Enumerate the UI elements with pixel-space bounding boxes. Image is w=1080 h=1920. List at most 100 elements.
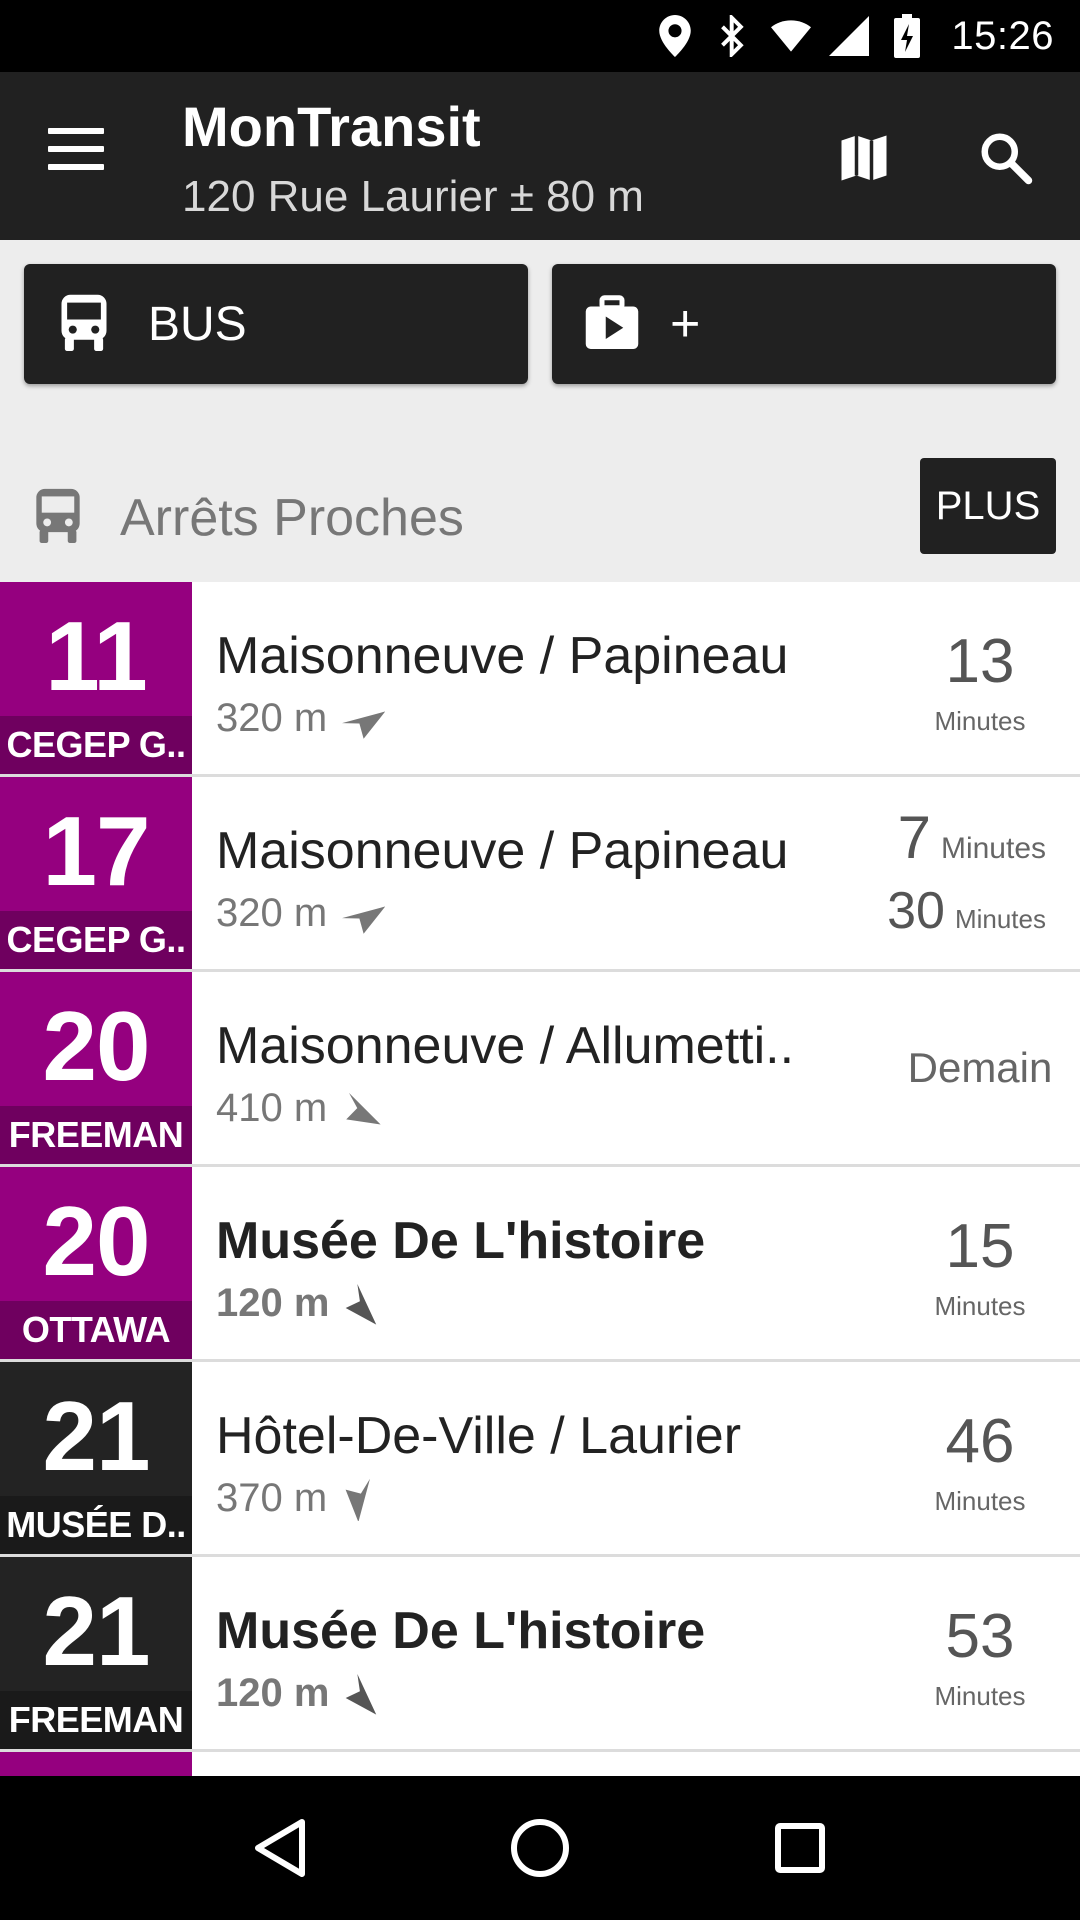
home-button[interactable]: [500, 1808, 580, 1888]
compass-arrow-icon: [346, 1673, 377, 1715]
eta: 46 Minutes: [880, 1362, 1080, 1554]
eta-line: 7 Minutes: [898, 803, 1046, 872]
battery-charging-icon: [887, 14, 927, 58]
eta: 7 Minutes 30 Minutes: [880, 777, 1080, 969]
route-badge: 20 FREEMAN: [0, 972, 192, 1164]
app-bar: MonTransit 120 Rue Laurier ± 80 m: [0, 72, 1080, 240]
route-headsign: MUSÉE D..: [0, 1496, 192, 1554]
route-number: 17: [42, 796, 150, 906]
add-module-button[interactable]: +: [552, 264, 1056, 384]
compass-arrow-icon: [345, 1478, 371, 1521]
map-button[interactable]: [834, 128, 894, 188]
stop-name: Maisonneuve / Papineau: [216, 822, 789, 880]
distance-text: 120 m: [216, 1281, 330, 1325]
stop-name: Musée De L'histoire: [216, 1212, 706, 1270]
signal-icon: [829, 14, 870, 58]
bluetooth-icon: [713, 14, 753, 58]
section-title: Arrêts Proches: [120, 489, 464, 547]
eta: Demain: [880, 972, 1080, 1164]
bus-icon: [32, 488, 88, 548]
route-badge: 21 FREEMAN: [0, 1557, 192, 1749]
bus-icon: [54, 294, 114, 354]
stop-row[interactable]: 20 FREEMAN Maisonneuve / Allumetti.. 410…: [0, 972, 1080, 1167]
eta-unit: Minutes: [934, 706, 1026, 736]
stop-distance: 320 m: [216, 696, 386, 741]
route-headsign: FREEMAN: [0, 1691, 192, 1749]
route-number: 20: [42, 991, 150, 1101]
eta-line: 30 Minutes: [887, 881, 1046, 941]
route-number: 20: [42, 1186, 150, 1296]
stop-distance: 410 m: [216, 1086, 385, 1131]
distance-text: 410 m: [216, 1086, 328, 1130]
location-subtitle: 120 Rue Laurier ± 80 m: [182, 172, 644, 221]
status-time: 15:26: [951, 13, 1054, 58]
route-number: 21: [42, 1381, 150, 1491]
route-headsign: OTTAWA: [0, 1301, 192, 1359]
stop-row-partial[interactable]: [0, 1752, 1080, 1776]
route-badge: 17 CEGEP G..: [0, 777, 192, 969]
route-headsign: FREEMAN: [0, 1106, 192, 1164]
nearby-stops-header: Arrêts Proches PLUS: [0, 430, 1080, 582]
compass-arrow-icon: [346, 1092, 381, 1125]
wifi-icon: [771, 14, 812, 58]
route-headsign: CEGEP G..: [0, 911, 192, 969]
stop-row[interactable]: 21 FREEMAN Musée De L'histoire 120 m 53 …: [0, 1557, 1080, 1752]
distance-text: 320 m: [216, 891, 328, 935]
stop-row[interactable]: 11 CEGEP G.. Maisonneuve / Papineau 320 …: [0, 582, 1080, 777]
stop-distance: 120 m: [216, 1281, 387, 1326]
compass-arrow-icon: [342, 710, 386, 739]
stop-name: Maisonneuve / Papineau: [216, 627, 789, 685]
route-headsign: CEGEP G..: [0, 716, 192, 774]
eta-text: Demain: [907, 1044, 1053, 1091]
home-icon: [511, 1819, 569, 1877]
navigation-bar: [0, 1776, 1080, 1920]
stop-name: Musée De L'histoire: [216, 1602, 706, 1660]
stop-row[interactable]: 17 CEGEP G.. Maisonneuve / Papineau 320 …: [0, 777, 1080, 972]
eta-value: 15: [945, 1212, 1015, 1281]
stop-name: Maisonneuve / Allumetti..: [216, 1017, 795, 1075]
compass-arrow-icon: [346, 1283, 377, 1325]
menu-button[interactable]: [48, 128, 120, 184]
eta-unit: Minutes: [934, 1291, 1026, 1321]
eta: 15 Minutes: [880, 1167, 1080, 1359]
search-button[interactable]: [976, 128, 1040, 192]
location-icon: [655, 14, 695, 58]
stop-row[interactable]: 20 OTTAWA Musée De L'histoire 120 m 15 M…: [0, 1167, 1080, 1362]
distance-text: 370 m: [216, 1476, 328, 1520]
eta-unit: Minutes: [954, 904, 1046, 934]
stop-distance: 370 m: [216, 1476, 385, 1521]
hamburger-icon: [48, 128, 104, 134]
distance-text: 120 m: [216, 1671, 330, 1715]
eta-unit: Minutes: [940, 832, 1046, 865]
eta-value: 13: [945, 627, 1015, 696]
eta: 53 Minutes: [880, 1557, 1080, 1749]
route-badge: 11 CEGEP G..: [0, 582, 192, 774]
add-label: +: [670, 295, 701, 353]
eta-value: 30: [887, 882, 945, 940]
stop-row[interactable]: 21 MUSÉE D.. Hôtel-De-Ville / Laurier 37…: [0, 1362, 1080, 1557]
recents-icon: [775, 1823, 825, 1873]
route-number: 21: [42, 1576, 150, 1686]
eta: 13 Minutes: [880, 582, 1080, 774]
bus-label: BUS: [148, 297, 247, 351]
stop-distance: 320 m: [216, 891, 386, 936]
bus-agency-button[interactable]: BUS: [24, 264, 528, 384]
search-icon: [981, 133, 1033, 185]
eta-value: 7: [897, 804, 931, 871]
add-module-icon: [582, 294, 642, 354]
back-button[interactable]: [240, 1808, 320, 1888]
eta-value: 53: [945, 1602, 1015, 1671]
distance-text: 320 m: [216, 696, 328, 740]
route-badge: 21 MUSÉE D..: [0, 1362, 192, 1554]
more-button[interactable]: PLUS: [920, 458, 1056, 554]
stop-name: Hôtel-De-Ville / Laurier: [216, 1407, 742, 1465]
route-badge: 20 OTTAWA: [0, 1167, 192, 1359]
map-icon: [841, 135, 887, 181]
route-badge: [0, 1752, 192, 1776]
app-title: MonTransit: [182, 95, 481, 158]
status-bar: 15:26: [0, 0, 1080, 72]
back-icon: [255, 1819, 305, 1877]
recents-button[interactable]: [760, 1808, 840, 1888]
stop-list: 11 CEGEP G.. Maisonneuve / Papineau 320 …: [0, 582, 1080, 1752]
eta-unit: Minutes: [934, 1681, 1026, 1711]
